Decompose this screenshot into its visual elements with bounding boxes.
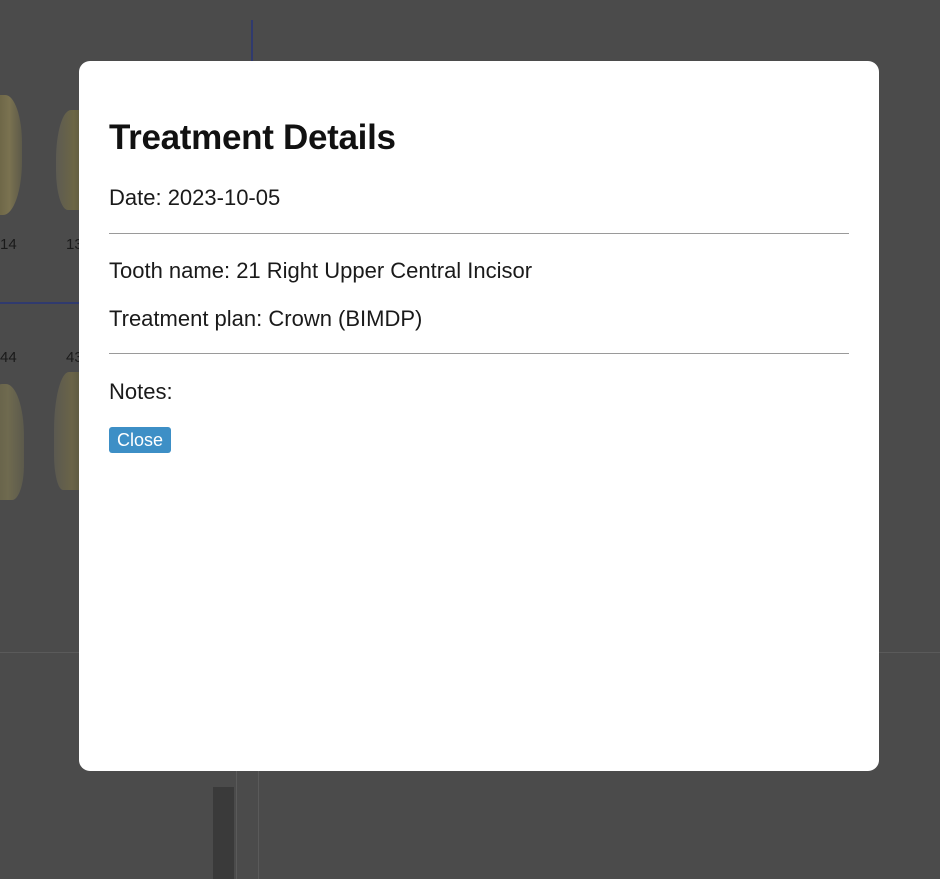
notes-label: Notes: — [109, 379, 173, 404]
treatment-plan: Treatment plan: Crown (BIMDP) — [109, 306, 423, 331]
treatment-date: Date: 2023-10-05 — [109, 185, 281, 210]
scrollbar[interactable] — [213, 787, 234, 879]
treatment-details-modal: Treatment Details Date: 2023-10-05 Tooth… — [79, 61, 879, 771]
modal-title: Treatment Details — [109, 118, 396, 157]
tooth-44-image — [0, 384, 24, 500]
tooth-14-image — [0, 95, 22, 215]
chart-divider-vertical — [251, 20, 253, 65]
divider — [109, 233, 849, 234]
tooth-number-label: 44 — [0, 349, 17, 366]
panel-divider — [236, 770, 237, 879]
close-button[interactable]: Close — [109, 427, 172, 453]
tooth-name: Tooth name: 21 Right Upper Central Incis… — [109, 258, 533, 283]
panel-divider — [258, 770, 259, 879]
chart-divider-horizontal — [0, 302, 80, 304]
divider — [109, 353, 849, 354]
tooth-number-label: 14 — [0, 236, 17, 253]
